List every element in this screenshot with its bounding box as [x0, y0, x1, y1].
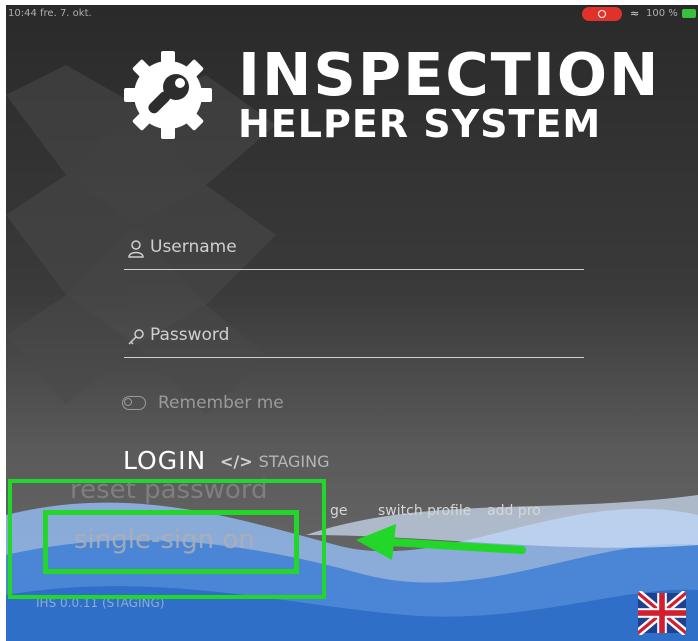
- status-time: 10:44 fre. 7. okt.: [8, 8, 92, 19]
- manage-link[interactable]: ge: [330, 503, 348, 519]
- wifi-icon: ≈: [630, 7, 640, 20]
- gear-wrench-icon: [124, 51, 212, 139]
- annotation-highlight-inner: [43, 510, 299, 574]
- user-icon: [128, 240, 144, 258]
- code-icon: </>: [220, 452, 253, 471]
- uk-flag-icon[interactable]: [638, 591, 686, 635]
- status-bar: 10:44 fre. 7. okt. ≈ 100 %: [6, 5, 698, 23]
- battery-icon: [682, 9, 696, 18]
- screen-record-icon: [582, 7, 622, 21]
- remember-me-toggle[interactable]: [122, 396, 146, 410]
- login-button[interactable]: LOGIN: [123, 446, 206, 475]
- username-field[interactable]: Username: [124, 233, 584, 270]
- brand-subtitle: HELPER SYSTEM: [238, 102, 602, 146]
- staging-environment-label: </> STAGING: [220, 452, 330, 471]
- key-icon: [128, 329, 144, 345]
- switch-profile-link[interactable]: switch profile: [378, 503, 471, 519]
- username-placeholder: Username: [150, 237, 237, 257]
- annotation-arrow-icon: [356, 524, 526, 560]
- add-profile-link[interactable]: add pro: [487, 503, 541, 519]
- brand-title: INSPECTION: [238, 40, 661, 109]
- password-field[interactable]: Password: [124, 321, 584, 358]
- battery-percentage: 100 %: [646, 8, 678, 19]
- password-placeholder: Password: [150, 325, 230, 345]
- remember-me-label: Remember me: [158, 393, 284, 413]
